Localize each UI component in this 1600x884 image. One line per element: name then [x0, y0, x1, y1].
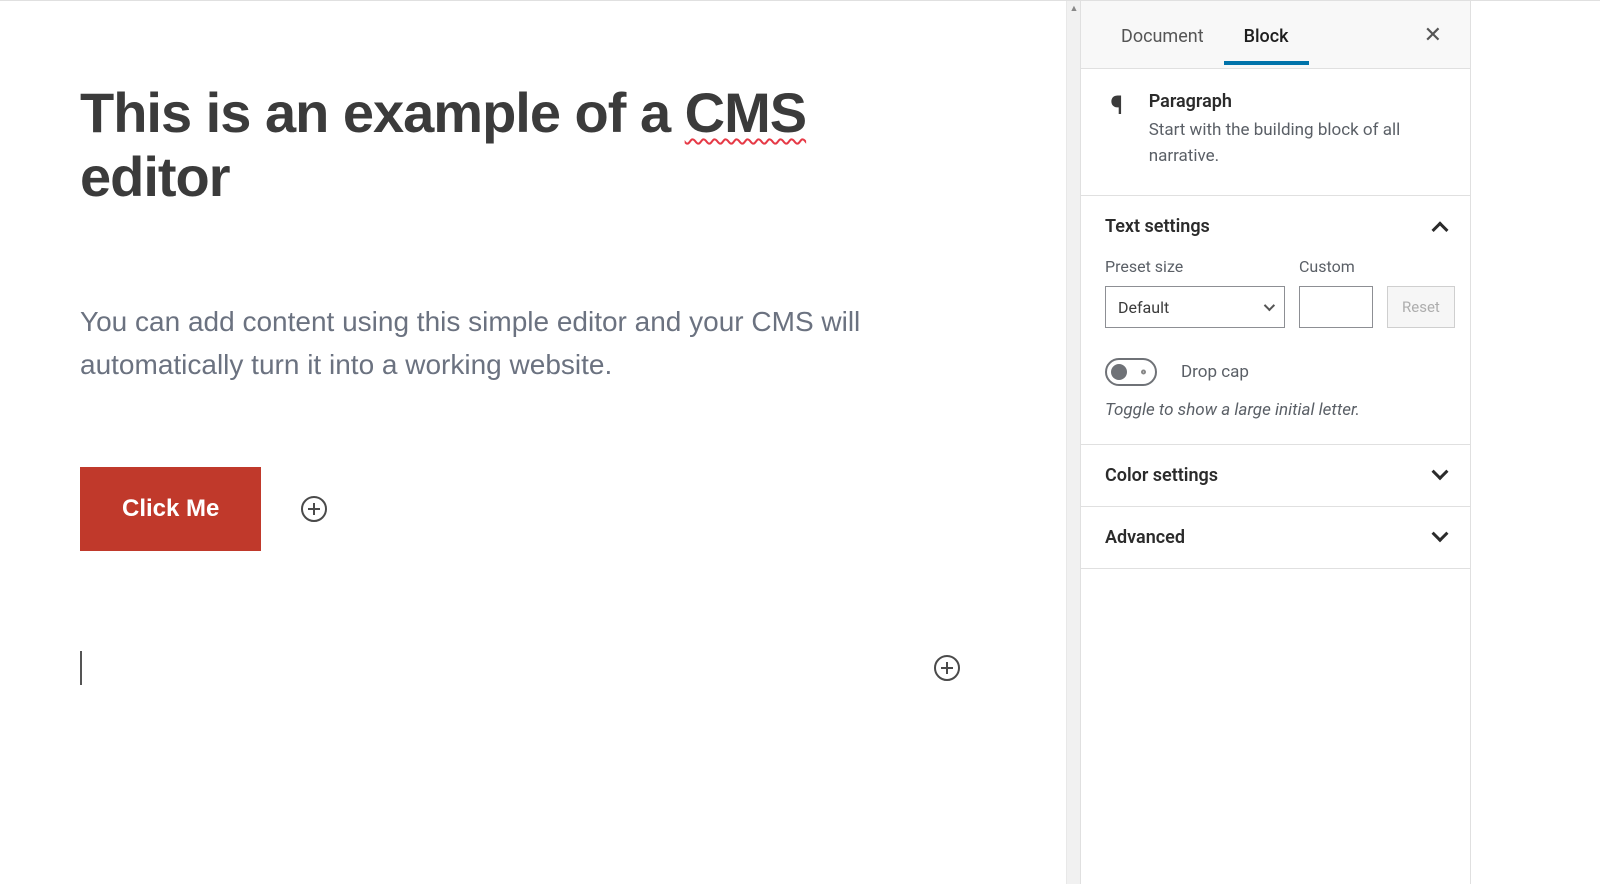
- preset-size-field: Preset size Default: [1105, 257, 1285, 328]
- close-sidebar-button[interactable]: ✕: [1416, 14, 1450, 56]
- page-gutter: [1470, 1, 1600, 884]
- editor-canvas[interactable]: This is an example of a CMS editor You c…: [0, 1, 1080, 884]
- tab-document[interactable]: Document: [1101, 4, 1224, 65]
- custom-size-label: Custom: [1299, 257, 1373, 276]
- chevron-down-icon: [1432, 463, 1449, 480]
- reset-size-button[interactable]: Reset: [1387, 286, 1455, 328]
- block-info-card: ¶ Paragraph Start with the building bloc…: [1081, 69, 1470, 196]
- custom-size-input[interactable]: [1299, 286, 1373, 328]
- heading-text-after: editor: [80, 145, 230, 208]
- scrollbar-up-arrow[interactable]: ▲: [1067, 1, 1080, 15]
- panel-title: Color settings: [1105, 465, 1218, 486]
- toggle-knob: [1111, 364, 1127, 380]
- panel-title: Text settings: [1105, 216, 1210, 237]
- panel-color-settings: Color settings: [1081, 445, 1470, 507]
- editor-scrollbar[interactable]: ▲: [1066, 1, 1080, 884]
- dropcap-toggle[interactable]: [1105, 358, 1157, 386]
- toggle-off-indicator: [1141, 370, 1146, 375]
- dropcap-help-text: Toggle to show a large initial letter.: [1105, 400, 1446, 420]
- paragraph-block[interactable]: You can add content using this simple ed…: [80, 300, 960, 387]
- post-title[interactable]: This is an example of a CMS editor: [80, 81, 960, 210]
- block-type-description: Start with the building block of all nar…: [1149, 118, 1446, 169]
- preset-size-label: Preset size: [1105, 257, 1285, 276]
- add-block-icon[interactable]: [301, 496, 327, 522]
- panel-advanced-toggle[interactable]: Advanced: [1081, 507, 1470, 568]
- panel-advanced: Advanced: [1081, 507, 1470, 569]
- heading-spellcheck-word[interactable]: CMS: [685, 81, 806, 144]
- chevron-up-icon: [1432, 221, 1449, 238]
- primary-button[interactable]: Click Me: [80, 467, 261, 551]
- button-block-row: Click Me: [80, 467, 960, 551]
- heading-text-before: This is an example of a: [80, 81, 685, 144]
- panel-text-settings: Text settings Preset size Default Custom: [1081, 196, 1470, 445]
- chevron-down-icon: [1264, 300, 1275, 311]
- sidebar-tabbar: Document Block ✕: [1081, 1, 1470, 69]
- preset-size-value: Default: [1118, 298, 1169, 317]
- tab-block[interactable]: Block: [1224, 4, 1309, 65]
- settings-sidebar: Document Block ✕ ¶ Paragraph Start with …: [1080, 1, 1470, 884]
- close-icon: ✕: [1424, 22, 1442, 47]
- custom-size-field: Custom: [1299, 257, 1373, 328]
- panel-color-settings-toggle[interactable]: Color settings: [1081, 445, 1470, 506]
- chevron-down-icon: [1432, 525, 1449, 542]
- add-block-icon[interactable]: [934, 655, 960, 681]
- dropcap-label: Drop cap: [1181, 362, 1249, 382]
- panel-text-settings-toggle[interactable]: Text settings: [1081, 196, 1470, 257]
- panel-title: Advanced: [1105, 527, 1185, 548]
- empty-paragraph-block[interactable]: [80, 651, 960, 685]
- block-type-name: Paragraph: [1149, 91, 1446, 112]
- text-cursor: [80, 651, 82, 685]
- paragraph-icon: ¶: [1105, 91, 1129, 169]
- preset-size-select[interactable]: Default: [1105, 286, 1285, 328]
